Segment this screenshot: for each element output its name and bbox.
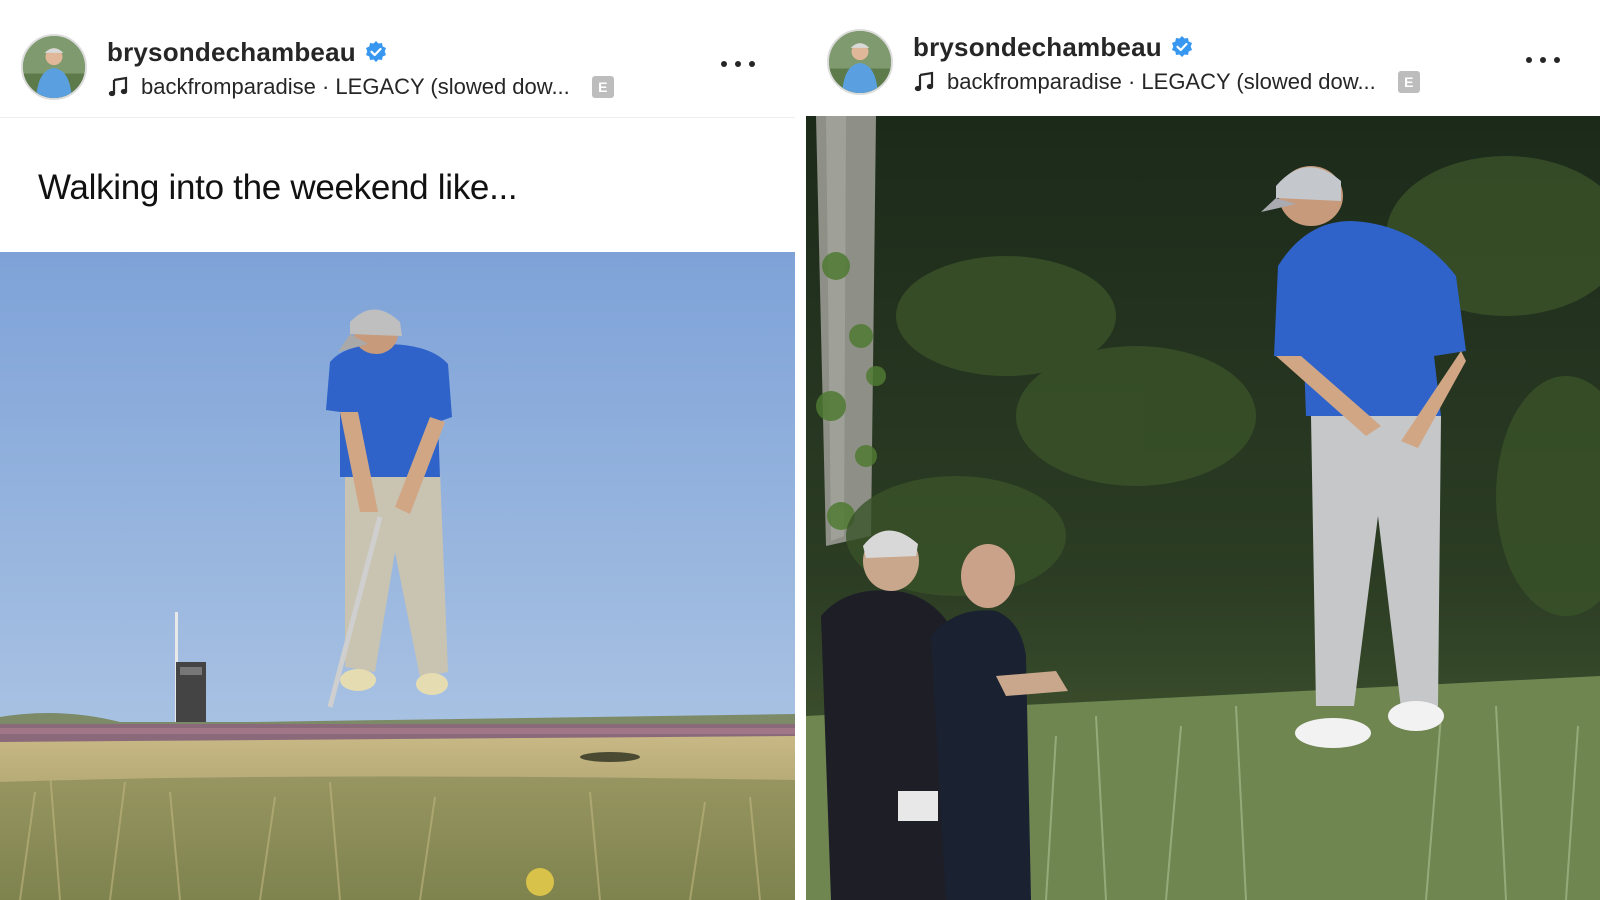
post-caption: Walking into the weekend like... <box>38 168 518 207</box>
audio-track-link[interactable]: backfromparadise · LEGACY (slowed dow... <box>141 74 570 100</box>
music-note-icon <box>107 76 129 98</box>
panel-divider <box>795 0 806 900</box>
post-left: brysondechambeau backfromparadise · LEGA… <box>0 0 795 900</box>
caption-area: Walking into the weekend like... <box>0 118 795 252</box>
profile-avatar[interactable] <box>21 34 87 100</box>
more-options-icon[interactable] <box>1526 54 1560 66</box>
username[interactable]: brysondechambeau <box>107 37 356 68</box>
profile-avatar[interactable] <box>827 29 893 95</box>
post-header: brysondechambeau backfromparadise · LEGA… <box>0 0 795 118</box>
post-image-golfer-in-rough[interactable] <box>806 116 1600 900</box>
username[interactable]: brysondechambeau <box>913 32 1162 63</box>
post-right: brysondechambeau backfromparadise · LEGA… <box>806 0 1600 900</box>
verified-badge-icon <box>1170 35 1194 59</box>
more-options-icon[interactable] <box>721 58 755 70</box>
post-image-golfer-swing[interactable] <box>0 252 795 900</box>
explicit-badge: E <box>591 76 614 98</box>
verified-badge-icon <box>364 40 388 64</box>
music-note-icon <box>913 71 935 93</box>
audio-track-link[interactable]: backfromparadise · LEGACY (slowed dow... <box>947 69 1376 95</box>
explicit-badge: E <box>1397 71 1420 93</box>
post-header: brysondechambeau backfromparadise · LEGA… <box>806 0 1600 116</box>
